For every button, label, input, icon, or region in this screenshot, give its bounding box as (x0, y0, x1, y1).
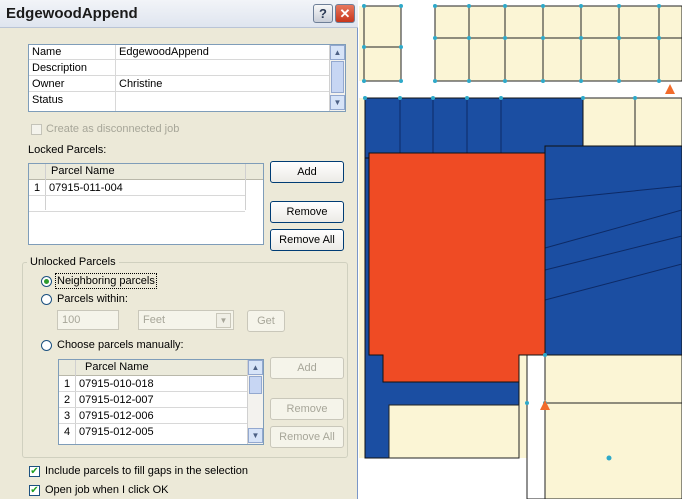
locked-add-button[interactable]: Add (270, 161, 344, 183)
table-row[interactable]: 2 07915-012-007 (59, 393, 247, 408)
create-disconnected-label: Create as disconnected job (46, 123, 180, 135)
title-bar[interactable]: EdgewoodAppend ? ✕ (0, 0, 358, 28)
unlocked-parcels-label: Unlocked Parcels (27, 256, 119, 268)
property-row-description[interactable]: Description (29, 61, 329, 76)
row-number: 4 (63, 426, 71, 438)
parcel-map-canvas[interactable] (359, 0, 682, 499)
table-row[interactable]: 3 07915-012-006 (59, 409, 247, 424)
units-value: Feet (143, 314, 166, 326)
scroll-thumb[interactable] (331, 61, 344, 93)
road (359, 458, 539, 499)
row-number: 1 (33, 182, 41, 194)
property-row-owner[interactable]: Owner Christine (29, 77, 329, 92)
properties-grid: Name EdgewoodAppend Description Owner Ch… (28, 44, 346, 112)
create-disconnected-checkbox[interactable] (31, 124, 42, 135)
unlocked-remove-all-button[interactable]: Remove All (270, 426, 344, 448)
column-header-parcel-name[interactable]: Parcel Name (85, 361, 149, 373)
table-row[interactable]: 4 07915-012-005 (59, 425, 247, 440)
job-dialog: EdgewoodAppend ? ✕ Name EdgewoodAppend D… (0, 0, 358, 499)
include-gaps-label: Include parcels to fill gaps in the sele… (45, 465, 249, 477)
table-row-empty[interactable] (29, 197, 245, 212)
property-key: Description (32, 62, 88, 74)
parcel-name-cell[interactable]: 07915-010-018 (79, 378, 154, 390)
locked-parcels-grid: Parcel Name 1 07915-011-004 (28, 163, 264, 245)
property-key: Name (32, 46, 62, 58)
column-header-parcel-name[interactable]: Parcel Name (51, 165, 115, 177)
help-button[interactable]: ? (313, 4, 333, 23)
scroll-thumb[interactable] (249, 376, 262, 394)
property-key: Owner (32, 78, 65, 90)
parcel-name-cell[interactable]: 07915-012-006 (79, 410, 154, 422)
table-row[interactable]: 1 07915-011-004 (29, 181, 245, 196)
property-key: Status (32, 94, 64, 106)
scroll-up-icon[interactable]: ▲ (330, 45, 345, 60)
unlocked-add-button[interactable]: Add (270, 357, 344, 379)
property-value[interactable]: Christine (119, 78, 162, 90)
close-button[interactable]: ✕ (335, 4, 355, 23)
parcel-map[interactable] (359, 0, 682, 499)
neighboring-parcels-radio[interactable] (41, 276, 52, 287)
locked-remove-button[interactable]: Remove (270, 201, 344, 223)
unlocked-remove-button[interactable]: Remove (270, 398, 344, 420)
property-row-status[interactable]: Status (29, 93, 329, 108)
chevron-down-icon[interactable]: ▼ (216, 313, 231, 328)
dialog-title: EdgewoodAppend (6, 5, 138, 22)
parcels-within-label[interactable]: Parcels within: (57, 293, 128, 305)
distance-input[interactable]: 100 (57, 310, 119, 330)
unlocked-parcels-grid: Parcel Name 1 07915-010-018 2 07915-012-… (58, 359, 264, 445)
row-number: 3 (63, 410, 71, 422)
open-job-label: Open job when I click OK (45, 484, 169, 496)
table-row[interactable]: 1 07915-010-018 (59, 377, 247, 392)
parcel-name-cell[interactable]: 07915-012-005 (79, 426, 154, 438)
parcel-name-cell[interactable]: 07915-012-007 (79, 394, 154, 406)
scroll-up-icon[interactable]: ▲ (248, 360, 263, 375)
properties-scrollbar[interactable]: ▲ ▼ (329, 45, 345, 111)
locked-parcel[interactable] (368, 152, 546, 383)
grid-header: Parcel Name (59, 360, 247, 376)
include-gaps-checkbox[interactable]: ✔ (29, 466, 40, 477)
locked-parcels-label: Locked Parcels: (28, 144, 107, 156)
row-number: 1 (63, 378, 71, 390)
grid-header: Parcel Name (29, 164, 263, 180)
property-value[interactable]: EdgewoodAppend (119, 46, 209, 58)
scroll-down-icon[interactable]: ▼ (248, 428, 263, 443)
locked-remove-all-button[interactable]: Remove All (270, 229, 344, 251)
road (401, 0, 435, 98)
parcel-name-cell[interactable]: 07915-011-004 (49, 182, 123, 194)
property-row-name[interactable]: Name EdgewoodAppend (29, 45, 329, 60)
open-job-checkbox[interactable]: ✔ (29, 485, 40, 496)
choose-manually-label[interactable]: Choose parcels manually: (57, 339, 184, 351)
lower-parcels (388, 404, 520, 459)
unlocked-grid-scrollbar[interactable]: ▲ ▼ (247, 360, 263, 444)
get-button[interactable]: Get (247, 310, 285, 332)
neighboring-parcels-label[interactable]: Neighboring parcels (55, 273, 157, 289)
parcels-within-radio[interactable] (41, 294, 52, 305)
scroll-down-icon[interactable]: ▼ (330, 95, 345, 110)
choose-manually-radio[interactable] (41, 340, 52, 351)
row-number: 2 (63, 394, 71, 406)
